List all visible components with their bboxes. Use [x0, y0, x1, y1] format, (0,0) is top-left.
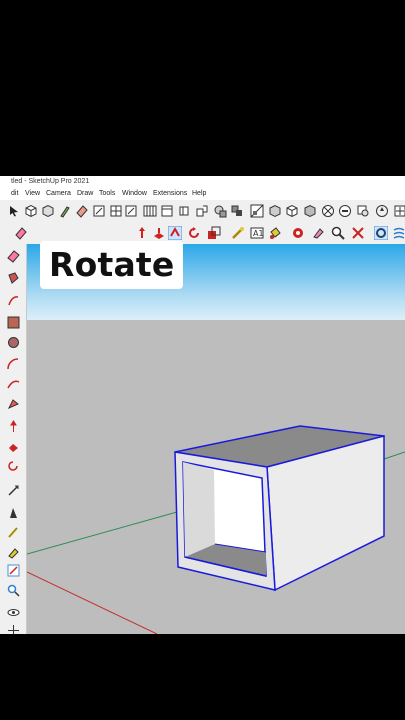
- paint-icon-left[interactable]: [7, 272, 20, 285]
- select-icon[interactable]: [8, 204, 22, 218]
- box-icon[interactable]: [41, 204, 55, 218]
- right-view-icon[interactable]: [195, 204, 209, 218]
- rectangle-icon[interactable]: [124, 204, 138, 218]
- views-toolbar: [0, 200, 405, 222]
- shaded-icon[interactable]: [321, 204, 335, 218]
- rotate-tool-icon[interactable]: [168, 226, 182, 240]
- monochrome-icon[interactable]: [338, 204, 352, 218]
- rectangle-icon-left[interactable]: [7, 336, 20, 349]
- freehand-icon-left[interactable]: [7, 316, 20, 329]
- tape-icon-left[interactable]: [7, 546, 20, 559]
- menu-edit[interactable]: dit: [11, 188, 18, 200]
- menu-tools[interactable]: Tools: [99, 188, 115, 200]
- pan-icon[interactable]: [393, 204, 405, 218]
- follow-me-icon[interactable]: [356, 204, 370, 218]
- move-icon-left[interactable]: [7, 420, 20, 433]
- menu-camera[interactable]: Camera: [46, 188, 71, 200]
- rotate-icon[interactable]: [187, 226, 201, 240]
- component-icon[interactable]: [24, 204, 38, 218]
- line-icon-left[interactable]: [7, 294, 20, 307]
- eraser-tool-icon[interactable]: [14, 226, 28, 240]
- scale-icon-left[interactable]: [7, 506, 20, 519]
- window-title: tled - SketchUp Pro 2021: [0, 176, 405, 188]
- xray-icon[interactable]: [268, 204, 282, 218]
- section-icon[interactable]: [250, 204, 264, 218]
- green-axis-far: [383, 451, 405, 460]
- left-toolbar: [0, 244, 27, 634]
- zoom-icon[interactable]: [331, 226, 345, 240]
- menu-draw[interactable]: Draw: [77, 188, 93, 200]
- walk-icon[interactable]: [291, 226, 305, 240]
- eraser-icon-left[interactable]: [7, 250, 20, 263]
- menu-window[interactable]: Window: [122, 188, 147, 200]
- group-icon[interactable]: [230, 204, 244, 218]
- eraser-icon[interactable]: [75, 204, 89, 218]
- pushpull-icon[interactable]: [152, 226, 166, 240]
- eye-icon-left[interactable]: [7, 606, 20, 619]
- model-scene: [27, 425, 405, 634]
- move-icon[interactable]: [135, 226, 149, 240]
- arc-icon-left[interactable]: [7, 378, 20, 391]
- axes-icon-left[interactable]: [7, 624, 20, 634]
- tool-label-text: Rotate: [49, 245, 175, 284]
- wireframe-icon[interactable]: [285, 204, 299, 218]
- menu-view[interactable]: View: [25, 188, 40, 200]
- brush-icon[interactable]: [58, 204, 72, 218]
- menu-help[interactable]: Help: [192, 188, 206, 200]
- extension-icon[interactable]: [392, 226, 405, 240]
- text-tool-icon[interactable]: A1: [250, 226, 264, 240]
- rotate-icon-left[interactable]: [7, 460, 20, 473]
- tape-icon[interactable]: [92, 204, 106, 218]
- green-axis: [27, 511, 178, 555]
- scale-icon[interactable]: [207, 226, 221, 240]
- iso-view-icon[interactable]: [143, 204, 157, 218]
- front-view-icon[interactable]: [177, 204, 191, 218]
- settings-icon[interactable]: [374, 226, 388, 240]
- tape-measure-icon[interactable]: [231, 226, 245, 240]
- position-camera-icon[interactable]: [311, 226, 325, 240]
- circle-icon-left[interactable]: [7, 358, 20, 371]
- pushpull-icon-left[interactable]: [7, 440, 20, 453]
- zoom-extents-icon[interactable]: [351, 226, 365, 240]
- svg-text:A1: A1: [253, 229, 264, 238]
- menu-extensions[interactable]: Extensions: [153, 188, 187, 200]
- protractor-icon-left[interactable]: [7, 564, 20, 577]
- model-viewport[interactable]: [27, 244, 405, 634]
- search-icon-left[interactable]: [7, 584, 20, 597]
- offset-icon-left[interactable]: [7, 526, 20, 539]
- tool-label-overlay: Rotate: [40, 241, 183, 289]
- followme-icon-left[interactable]: [7, 484, 20, 497]
- grid-icon[interactable]: [109, 204, 123, 218]
- paint-bucket-icon[interactable]: [268, 226, 282, 240]
- top-view-icon[interactable]: [160, 204, 174, 218]
- orbit-icon[interactable]: [375, 204, 389, 218]
- polygon-icon-left[interactable]: [7, 398, 20, 411]
- red-axis: [27, 571, 158, 634]
- menu-bar: dit View Camera Draw Tools Window Extens…: [0, 188, 405, 200]
- box-inner-wall: [183, 462, 215, 557]
- layers-icon[interactable]: [213, 204, 227, 218]
- hidden-line-icon[interactable]: [303, 204, 317, 218]
